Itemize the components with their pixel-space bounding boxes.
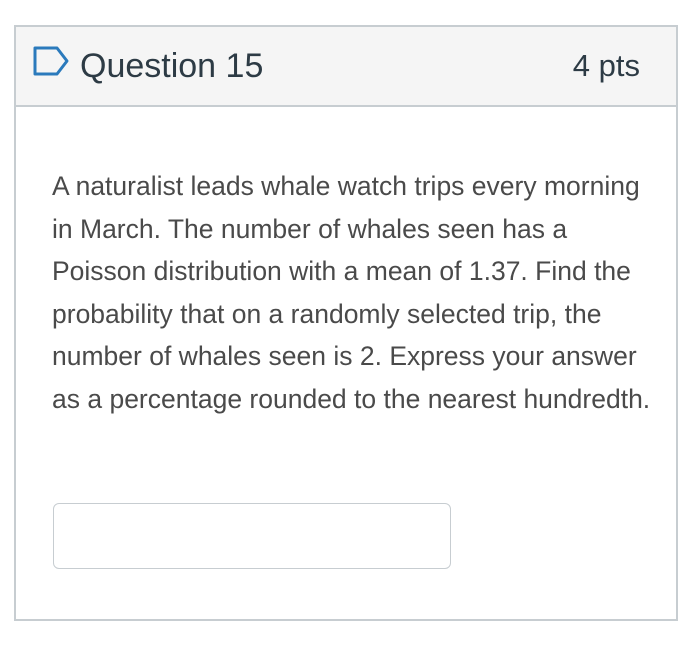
question-text: A naturalist leads whale watch trips eve… <box>52 171 651 414</box>
question-card: Question 15 4 pts A naturalist leads wha… <box>14 25 678 621</box>
question-points: 4 pts <box>572 48 640 83</box>
question-title: Question 15 <box>80 47 264 85</box>
question-header: Question 15 4 pts <box>16 27 676 107</box>
answer-input[interactable] <box>53 503 451 569</box>
question-body: A naturalist leads whale watch trips eve… <box>16 107 676 617</box>
flag-question-icon[interactable] <box>32 45 70 77</box>
